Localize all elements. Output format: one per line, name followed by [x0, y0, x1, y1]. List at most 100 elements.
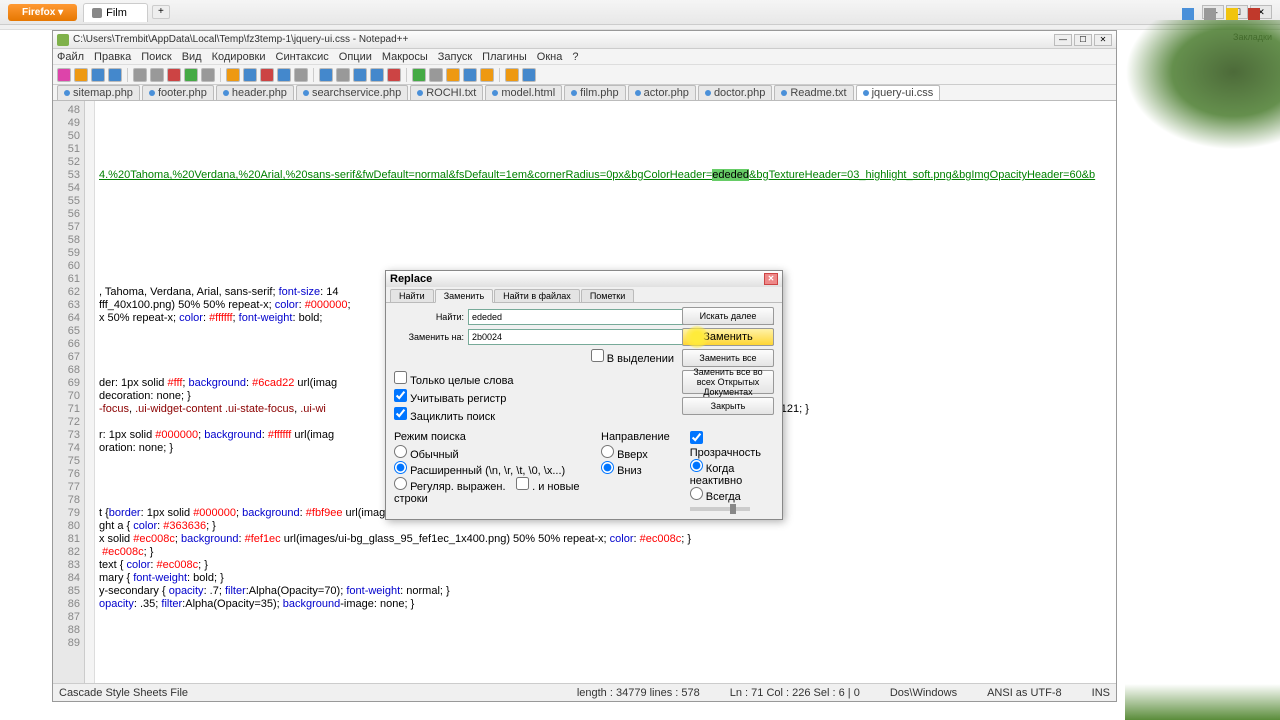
close-button[interactable]: Закрыть — [682, 397, 774, 415]
mode-extended-radio[interactable]: Расширенный (\n, \r, \t, \0, \x...) — [394, 465, 565, 477]
toolbar-button[interactable] — [522, 68, 536, 82]
toolbar-button[interactable] — [446, 68, 460, 82]
dialog-titlebar[interactable]: Replace ✕ — [386, 271, 782, 287]
status-insert-mode: INS — [1092, 687, 1110, 699]
toolbar — [53, 65, 1116, 85]
menu-item[interactable]: Окна — [537, 51, 563, 63]
toolbar-button[interactable] — [133, 68, 147, 82]
menu-item[interactable]: ? — [572, 51, 578, 63]
toolbar-button[interactable] — [412, 68, 426, 82]
toolbar-button[interactable] — [353, 68, 367, 82]
browser-tab[interactable]: Film — [83, 3, 148, 22]
firefox-menu-button[interactable]: Firefox ▾ — [8, 4, 77, 21]
dialog-title: Replace — [390, 273, 432, 285]
transparency-slider[interactable] — [690, 507, 750, 511]
toolbar-button[interactable] — [57, 68, 71, 82]
toolbar-button[interactable] — [319, 68, 333, 82]
dialog-tab[interactable]: Найти — [390, 289, 434, 302]
in-selection-checkbox[interactable]: В выделении — [591, 349, 674, 365]
dialog-tab[interactable]: Пометки — [581, 289, 634, 302]
direction-down-radio[interactable]: Вниз — [601, 465, 642, 477]
toolbar-button[interactable] — [429, 68, 443, 82]
toolbar-button[interactable] — [294, 68, 308, 82]
desktop-decoration — [1125, 20, 1280, 720]
new-tab-button[interactable]: + — [152, 5, 170, 19]
browser-tab-strip: Firefox ▾ Film + — ☐ ✕ — [0, 0, 1280, 25]
app-icon — [57, 34, 69, 46]
toolbar-button[interactable] — [370, 68, 384, 82]
direction-up-radio[interactable]: Вверх — [601, 449, 648, 461]
toolbar-button[interactable] — [387, 68, 401, 82]
file-tab[interactable]: sitemap.php — [57, 85, 140, 100]
toolbar-button[interactable] — [260, 68, 274, 82]
line-number-gutter: 4849505152535455565758596061626364656667… — [53, 101, 85, 701]
dialog-tab[interactable]: Заменить — [435, 289, 493, 303]
transparency-always-radio[interactable]: Всегда — [690, 491, 741, 503]
toolbar-button[interactable] — [108, 68, 122, 82]
transparency-checkbox[interactable]: Прозрачность — [690, 435, 761, 459]
file-tab[interactable]: searchservice.php — [296, 85, 408, 100]
menubar: Файл Правка Поиск Вид Кодировки Синтаксис Опци… — [53, 49, 1116, 65]
transparency-inactive-radio[interactable]: Когда неактивно — [690, 463, 742, 487]
file-tab[interactable]: ROCHI.txt — [410, 85, 483, 100]
file-tab[interactable]: Readme.txt — [774, 85, 853, 100]
menu-item[interactable]: Опции — [339, 51, 372, 63]
home-icon[interactable] — [1182, 8, 1194, 20]
toolbar-button[interactable] — [201, 68, 215, 82]
menu-item[interactable]: Правка — [94, 51, 131, 63]
menu-item[interactable]: Вид — [182, 51, 202, 63]
toolbar-button[interactable] — [480, 68, 494, 82]
close-icon[interactable]: ✕ — [764, 273, 778, 285]
mode-normal-radio[interactable]: Обычный — [394, 449, 459, 461]
status-eol: Dos\Windows — [890, 687, 957, 699]
menu-item[interactable]: Макросы — [382, 51, 428, 63]
toolbar-button[interactable] — [277, 68, 291, 82]
menu-item[interactable]: Файл — [57, 51, 84, 63]
file-tab[interactable]: footer.php — [142, 85, 214, 100]
toolbar-button[interactable] — [74, 68, 88, 82]
file-tab[interactable]: actor.php — [628, 85, 696, 100]
status-encoding: ANSI as UTF-8 — [987, 687, 1062, 699]
close-icon[interactable]: ✕ — [1094, 34, 1112, 46]
menu-item[interactable]: Запуск — [438, 51, 472, 63]
status-position: Ln : 71 Col : 226 Sel : 6 | 0 — [730, 687, 860, 699]
minimize-icon[interactable]: — — [1054, 34, 1072, 46]
window-titlebar[interactable]: C:\Users\Trembit\AppData\Local\Temp\fz3t… — [53, 31, 1116, 49]
toolbar-button[interactable] — [336, 68, 350, 82]
star-icon[interactable] — [1204, 8, 1216, 20]
fold-margin — [85, 101, 95, 701]
menu-item[interactable]: Поиск — [141, 51, 171, 63]
file-tab[interactable]: film.php — [564, 85, 626, 100]
toolbar-button[interactable] — [226, 68, 240, 82]
file-tab[interactable]: jquery-ui.css — [856, 85, 941, 100]
toolbar-button[interactable] — [243, 68, 257, 82]
toolbar-button[interactable] — [91, 68, 105, 82]
menu-item[interactable]: Синтаксис — [276, 51, 329, 63]
replace-button[interactable]: Заменить — [682, 328, 774, 346]
adblock-icon[interactable] — [1248, 8, 1260, 20]
dialog-tabs: НайтиЗаменитьНайти в файлахПометки — [386, 287, 782, 303]
toolbar-button[interactable] — [167, 68, 181, 82]
toolbar-button[interactable] — [505, 68, 519, 82]
toolbar-button[interactable] — [150, 68, 164, 82]
file-tab[interactable]: header.php — [216, 85, 294, 100]
replace-all-button[interactable]: Заменить все — [682, 349, 774, 367]
menu-item[interactable]: Кодировки — [212, 51, 266, 63]
status-length: length : 34779 lines : 578 — [577, 687, 700, 699]
transparency-group: Прозрачность Когда неактивно Всегда — [690, 431, 774, 513]
find-next-button[interactable]: Искать далее — [682, 307, 774, 325]
feed-icon[interactable] — [1226, 8, 1238, 20]
toolbar-button[interactable] — [463, 68, 477, 82]
status-filetype: Cascade Style Sheets File — [59, 687, 547, 699]
search-mode-group: Режим поиска Обычный Расширенный (\n, \r… — [394, 431, 581, 513]
menu-item[interactable]: Плагины — [482, 51, 527, 63]
file-tab[interactable]: model.html — [485, 85, 562, 100]
toolbar-button[interactable] — [184, 68, 198, 82]
direction-group: Направление Вверх Вниз — [601, 431, 670, 513]
file-tab[interactable]: doctor.php — [698, 85, 772, 100]
dialog-tab[interactable]: Найти в файлах — [494, 289, 580, 302]
window-title: C:\Users\Trembit\AppData\Local\Temp\fz3t… — [73, 34, 408, 45]
maximize-icon[interactable]: ☐ — [1074, 34, 1092, 46]
replace-all-docs-button[interactable]: Заменить все во всех Открытых Документах — [682, 370, 774, 394]
mode-regex-radio[interactable]: Регуляр. выражен. — [394, 481, 506, 493]
